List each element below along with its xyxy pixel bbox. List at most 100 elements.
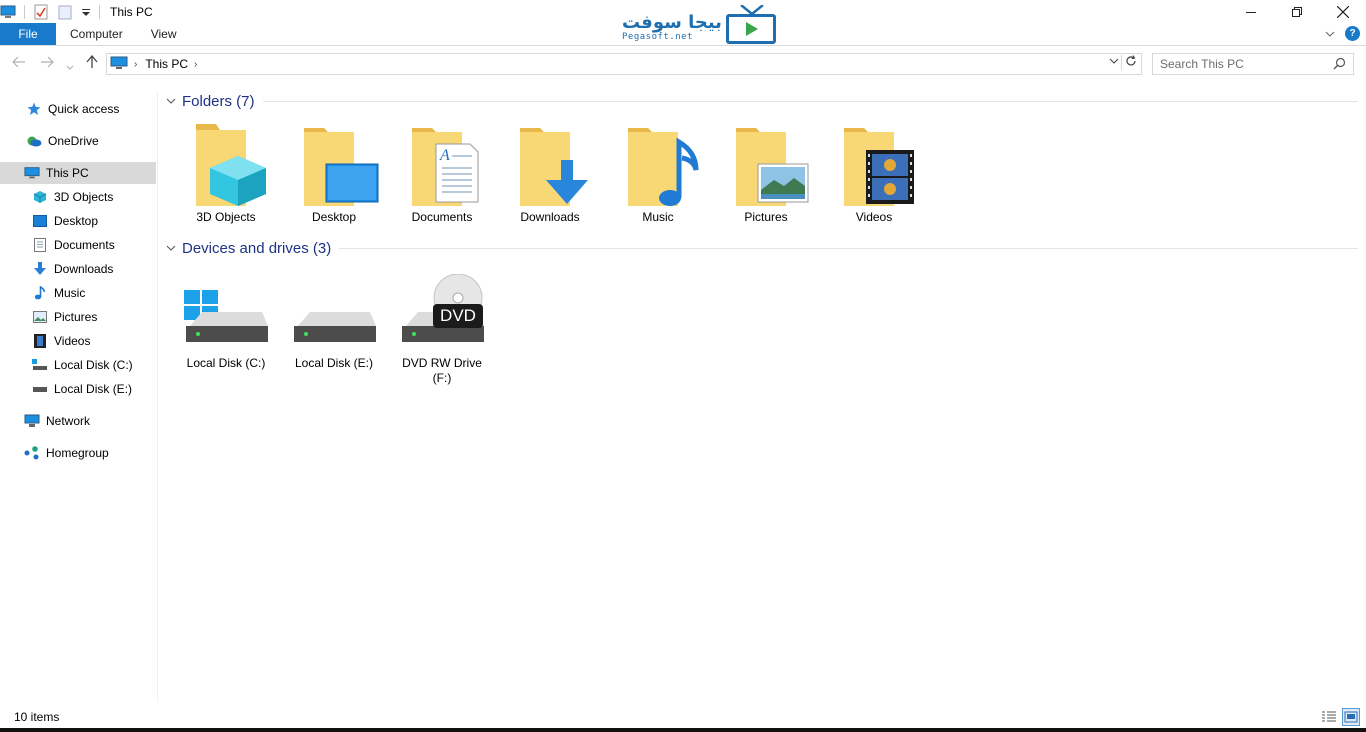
sidebar-item-network[interactable]: Network	[0, 410, 156, 432]
sidebar-item-downloads[interactable]: Downloads	[0, 258, 156, 280]
sidebar-item-documents[interactable]: Documents	[0, 234, 156, 256]
drive-local-disk-e[interactable]: Local Disk (E:)	[284, 274, 384, 371]
details-view-icon[interactable]	[1320, 708, 1338, 726]
sidebar-item-3d-objects[interactable]: 3D Objects	[0, 186, 156, 208]
tile-label: Documents	[411, 210, 473, 224]
sidebar-item-label: OneDrive	[48, 134, 99, 148]
dvd-drive-icon: DVD	[392, 273, 492, 356]
large-icons-view-icon[interactable]	[1342, 708, 1360, 726]
sidebar-item-desktop[interactable]: Desktop	[0, 210, 156, 232]
breadcrumb-this-pc[interactable]: This PC	[145, 57, 188, 71]
video-icon	[32, 333, 48, 349]
sidebar-item-quick-access[interactable]: Quick access	[0, 98, 156, 120]
sidebar-item-label: Music	[54, 286, 86, 300]
drive-dvd-rw-f[interactable]: DVD DVD RW Drive (F:)	[392, 273, 492, 386]
customize-toolbar-icon[interactable]	[81, 4, 91, 20]
up-button[interactable]	[86, 54, 98, 72]
status-bar: 10 items	[0, 706, 1366, 728]
help-icon[interactable]: ?	[1345, 26, 1360, 41]
hard-drive-icon	[284, 274, 384, 356]
window-title: This PC	[110, 4, 153, 19]
folder-videos[interactable]: Videos	[824, 120, 924, 225]
drive-local-disk-c[interactable]: Local Disk (C:)	[176, 274, 276, 371]
sidebar-item-this-pc[interactable]: This PC	[0, 162, 156, 184]
sidebar-item-label: Pictures	[54, 310, 98, 324]
group-title: Devices and drives (3)	[182, 240, 332, 257]
sidebar-item-homegroup[interactable]: Homegroup	[0, 442, 156, 464]
downloads-folder-icon	[500, 120, 600, 210]
navigation-pane: Quick access OneDrive This PC 3D Objects…	[0, 92, 158, 702]
folder-desktop[interactable]: Desktop	[284, 120, 384, 225]
new-folder-icon[interactable]	[57, 4, 73, 20]
sidebar-item-label: Network	[46, 414, 91, 428]
group-title: Folders (7)	[182, 93, 255, 110]
desktop-icon	[32, 213, 48, 229]
tab-file[interactable]: File	[0, 23, 56, 45]
folder-music[interactable]: Music	[608, 120, 708, 225]
pc-icon	[110, 56, 128, 73]
network-icon	[24, 413, 40, 429]
sidebar-item-onedrive[interactable]: OneDrive	[0, 130, 156, 152]
pictures-folder-icon	[716, 120, 816, 210]
tile-label: 3D Objects	[196, 210, 256, 224]
tile-label: DVD RW Drive (F:)	[402, 356, 482, 385]
music-folder-icon	[608, 120, 708, 210]
download-icon	[32, 261, 48, 277]
search-box[interactable]	[1152, 53, 1354, 75]
folder-pictures[interactable]: Pictures	[716, 120, 816, 225]
breadcrumb-chevron-icon[interactable]: ›	[194, 59, 197, 70]
content-pane: Folders (7) 3D Objects Desktop A Documen…	[160, 84, 1360, 704]
sidebar-item-label: Homegroup	[46, 446, 109, 460]
tile-label: Local Disk (C:)	[186, 356, 266, 370]
tile-label: Videos	[855, 210, 893, 224]
address-bar[interactable]: › This PC ›	[106, 53, 1142, 75]
drives-group-header[interactable]: Devices and drives (3)	[166, 240, 1358, 257]
restore-button[interactable]	[1274, 0, 1320, 23]
minimize-button[interactable]	[1228, 0, 1274, 23]
document-icon	[32, 237, 48, 253]
folder-3d-objects[interactable]: 3D Objects	[176, 120, 276, 225]
quick-access-toolbar	[0, 0, 104, 23]
ribbon-tabs: File Computer View ?	[0, 23, 1366, 46]
sidebar-item-music[interactable]: Music	[0, 282, 156, 304]
tile-label: Music	[642, 210, 674, 224]
taskbar-edge	[0, 728, 1366, 732]
sidebar-item-pictures[interactable]: Pictures	[0, 306, 156, 328]
tile-label: Local Disk (E:)	[294, 356, 374, 370]
videos-folder-icon	[824, 120, 924, 210]
tab-view[interactable]: View	[137, 23, 191, 45]
folder-documents[interactable]: A Documents	[392, 120, 492, 225]
expand-ribbon-icon[interactable]	[1325, 27, 1335, 41]
item-count: 10 items	[14, 710, 60, 724]
onedrive-icon	[26, 133, 42, 149]
chevron-down-icon[interactable]	[166, 96, 180, 108]
breadcrumb-separator-icon[interactable]: ›	[134, 59, 137, 70]
sidebar-item-local-disk-e[interactable]: Local Disk (E:)	[0, 378, 156, 400]
refresh-icon[interactable]	[1121, 55, 1139, 70]
cube-icon	[32, 189, 48, 205]
search-icon[interactable]	[1333, 57, 1346, 73]
recent-locations-button[interactable]	[66, 58, 74, 74]
cube-folder-icon	[176, 120, 276, 210]
sidebar-item-label: Quick access	[48, 102, 120, 116]
folder-downloads[interactable]: Downloads	[500, 120, 600, 225]
address-dropdown-icon[interactable]	[1109, 57, 1119, 68]
forward-button[interactable]	[40, 55, 54, 71]
close-button[interactable]	[1320, 0, 1366, 23]
pc-icon[interactable]	[0, 4, 16, 20]
sidebar-item-label: Videos	[54, 334, 91, 348]
sidebar-item-local-disk-c[interactable]: Local Disk (C:)	[0, 354, 156, 376]
sidebar-item-label: Desktop	[54, 214, 99, 228]
drive-c-icon	[32, 357, 48, 373]
sidebar-item-videos[interactable]: Videos	[0, 330, 156, 352]
svg-text:A: A	[439, 147, 450, 164]
music-icon	[32, 285, 48, 301]
folders-group-header[interactable]: Folders (7)	[166, 93, 1358, 110]
chevron-down-icon[interactable]	[166, 243, 180, 255]
documents-folder-icon: A	[392, 120, 492, 210]
properties-icon[interactable]	[33, 4, 49, 20]
back-button[interactable]	[12, 55, 26, 71]
picture-icon	[32, 309, 48, 325]
tab-computer[interactable]: Computer	[56, 23, 137, 45]
search-input[interactable]	[1153, 57, 1323, 71]
